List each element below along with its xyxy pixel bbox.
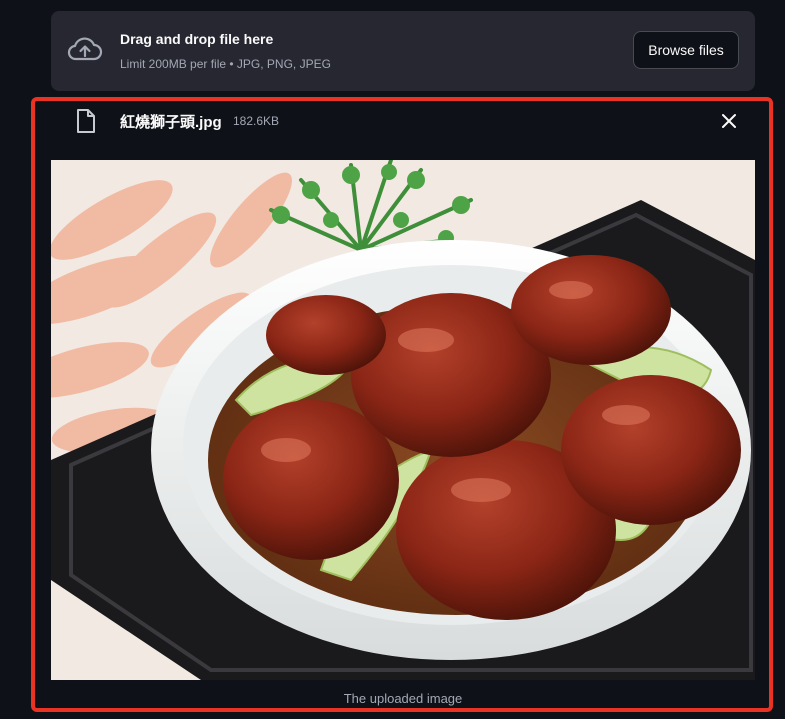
cloud-upload-icon bbox=[67, 37, 103, 61]
close-icon[interactable] bbox=[720, 112, 738, 130]
dropzone-limit-text: Limit 200MB per file • JPG, PNG, JPEG bbox=[120, 57, 331, 71]
file-dropzone[interactable]: Drag and drop file here Limit 200MB per … bbox=[51, 11, 755, 91]
file-icon bbox=[77, 109, 95, 133]
uploaded-file-size: 182.6KB bbox=[233, 114, 280, 128]
uploaded-file-name: 紅燒獅子頭.jpg bbox=[120, 114, 222, 131]
browse-files-button[interactable]: Browse files bbox=[633, 31, 739, 69]
image-caption: The uploaded image bbox=[343, 691, 463, 706]
dropzone-title: Drag and drop file here bbox=[120, 31, 274, 47]
uploaded-image bbox=[51, 160, 755, 680]
